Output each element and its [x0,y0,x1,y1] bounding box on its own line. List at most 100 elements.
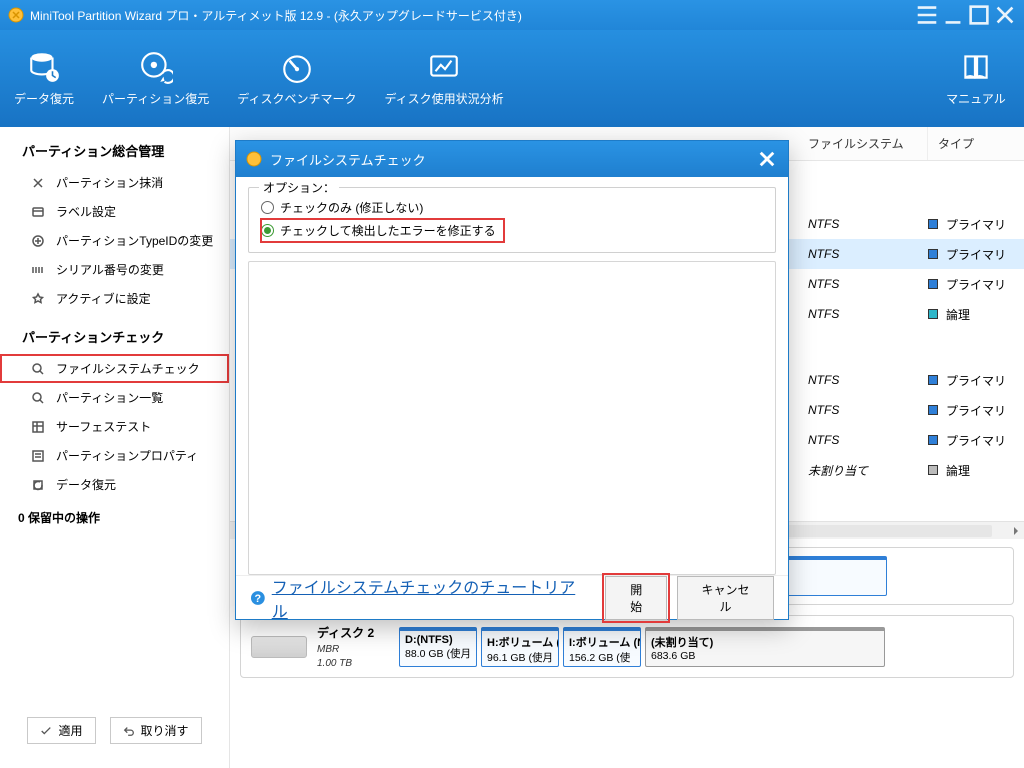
maximize-button[interactable] [966,4,992,26]
cell-filesystem: NTFS [798,247,928,261]
tutorial-link[interactable]: ? ファイルシステムチェックのチュートリアル [250,574,585,622]
sidebar-item-partition-list[interactable]: パーティション一覧 [0,383,229,412]
disk-segments: D:(NTFS)88.0 GB (使月H:ボリューム (I96.1 GB (使月… [399,627,1003,667]
options-fieldset: オプション： チェックのみ (修正しない) チェックして検出したエラーを修正する [248,187,776,253]
cell-filesystem: NTFS [798,433,928,447]
cell-type: プライマリ [928,432,1024,449]
col-filesystem[interactable]: ファイルシステム [798,127,928,160]
sidebar-item-label: サーフェステスト [56,418,151,435]
sidebar-item-label: シリアル番号の変更 [56,261,164,278]
wipe-partition-icon [30,175,46,191]
scroll-right-icon[interactable] [1008,523,1024,539]
sidebar-item-label: パーティションTypeIDの変更 [56,232,213,249]
cell-type: プライマリ [928,216,1024,233]
dialog-title: ファイルシステムチェック [270,150,426,169]
segment-title: I:ボリューム (N [569,634,635,650]
disk-segment[interactable]: (未割り当て)683.6 GB [645,627,885,667]
cancel-button-label: キャンセル [702,583,750,614]
fs-check-icon [30,361,46,377]
segment-sub: 156.2 GB (使 [569,652,630,664]
type-swatch-icon [928,309,938,319]
disk-usage-icon [427,50,461,84]
cell-filesystem: NTFS [798,307,928,321]
disk-segment[interactable]: H:ボリューム (I96.1 GB (使月 [481,627,559,667]
partition-recovery-icon [139,50,173,84]
start-button[interactable]: 開始 [605,576,667,620]
sidebar-item-data-recovery-side[interactable]: データ復元 [0,470,229,499]
sidebar-item-label: アクティブに設定 [56,290,151,307]
surface-test-icon [30,419,46,435]
sidebar-item-fs-check[interactable]: ファイルシステムチェック [0,354,229,383]
close-button[interactable] [992,4,1018,26]
sidebar-item-label: データ復元 [56,476,116,493]
check-icon [40,725,52,737]
segment-title: H:ボリューム (I [487,634,553,650]
sidebar-item-set-label[interactable]: ラベル設定 [0,197,229,226]
radio-icon [261,201,274,214]
sidebar-item-label: パーティションプロパティ [56,447,198,464]
type-swatch-icon [928,465,938,475]
radio-check-and-fix[interactable]: チェックして検出したエラーを修正する [261,219,504,242]
cell-filesystem: NTFS [798,217,928,231]
toolbar-label: ディスクベンチマーク [237,90,356,107]
dialog-titlebar: ファイルシステムチェック [236,141,788,177]
cell-type: プライマリ [928,402,1024,419]
apply-label: 適用 [58,722,82,739]
sidebar-item-partition-props[interactable]: パーティションプロパティ [0,441,229,470]
toolbar-manual[interactable]: マニュアル [946,50,1006,107]
disk-label: ディスク 2MBR1.00 TB [317,624,389,669]
toolbar-disk-usage[interactable]: ディスク使用状況分析 [384,50,503,107]
cell-type: プライマリ [928,246,1024,263]
cancel-button[interactable]: キャンセル [677,576,774,620]
toolbar-partition-recovery[interactable]: パーティション復元 [102,50,209,107]
main-toolbar: データ復元 パーティション復元 ディスクベンチマーク ディスク使用状況分析 マニ… [0,30,1024,127]
undo-button[interactable]: 取り消す [110,717,202,744]
toolbar-disk-benchmark[interactable]: ディスクベンチマーク [237,50,356,107]
menu-icon[interactable] [914,4,940,26]
disk-segment[interactable]: I:ボリューム (N 156.2 GB (使 [563,627,641,667]
radio-label: チェックのみ (修正しない) [280,199,423,216]
sidebar-item-set-active[interactable]: アクティブに設定 [0,284,229,313]
type-swatch-icon [928,279,938,289]
radio-check-only[interactable]: チェックのみ (修正しない) [261,196,763,219]
cell-type: プライマリ [928,276,1024,293]
toolbar-label: ディスク使用状況分析 [384,90,503,107]
sidebar-item-surface-test[interactable]: サーフェステスト [0,412,229,441]
app-icon [8,7,24,23]
set-active-icon [30,291,46,307]
sidebar-item-label: パーティション抹消 [56,174,163,191]
cell-type: プライマリ [928,372,1024,389]
type-swatch-icon [928,405,938,415]
sidebar-item-label: パーティション一覧 [56,389,163,406]
sidebar-item-change-serial[interactable]: シリアル番号の変更 [0,255,229,284]
toolbar-data-recovery[interactable]: データ復元 [14,50,74,107]
type-swatch-icon [928,435,938,445]
apply-button[interactable]: 適用 [27,717,95,744]
toolbar-label: パーティション復元 [102,90,209,107]
cell-filesystem: NTFS [798,373,928,387]
titlebar: MiniTool Partition Wizard プロ・アルティメット版 12… [0,0,1024,30]
cell-type: 論理 [928,462,1024,479]
disk-segment[interactable]: D:(NTFS)88.0 GB (使月 [399,627,477,667]
disk-card: ディスク 2MBR1.00 TBD:(NTFS)88.0 GB (使月H:ボリュ… [240,615,1014,678]
app-icon [246,151,262,167]
cell-filesystem: NTFS [798,403,928,417]
col-type[interactable]: タイプ [928,127,1024,160]
minimize-button[interactable] [940,4,966,26]
cell-filesystem: NTFS [798,277,928,291]
undo-label: 取り消す [141,722,189,739]
dialog-close-button[interactable] [756,148,778,170]
change-serial-icon [30,262,46,278]
sidebar-section-partition-check: パーティションチェック [0,313,229,354]
type-swatch-icon [928,375,938,385]
options-legend: オプション： [259,179,339,196]
type-swatch-icon [928,219,938,229]
radio-icon [261,224,274,237]
sidebar-item-wipe-partition[interactable]: パーティション抹消 [0,168,229,197]
undo-icon [123,725,135,737]
data-recovery-icon [27,50,61,84]
toolbar-label: データ復元 [14,90,74,107]
sidebar-item-change-typeid[interactable]: パーティションTypeIDの変更 [0,226,229,255]
fs-check-dialog: ファイルシステムチェック オプション： チェックのみ (修正しない) チェックし… [235,140,789,620]
help-icon: ? [250,590,266,606]
